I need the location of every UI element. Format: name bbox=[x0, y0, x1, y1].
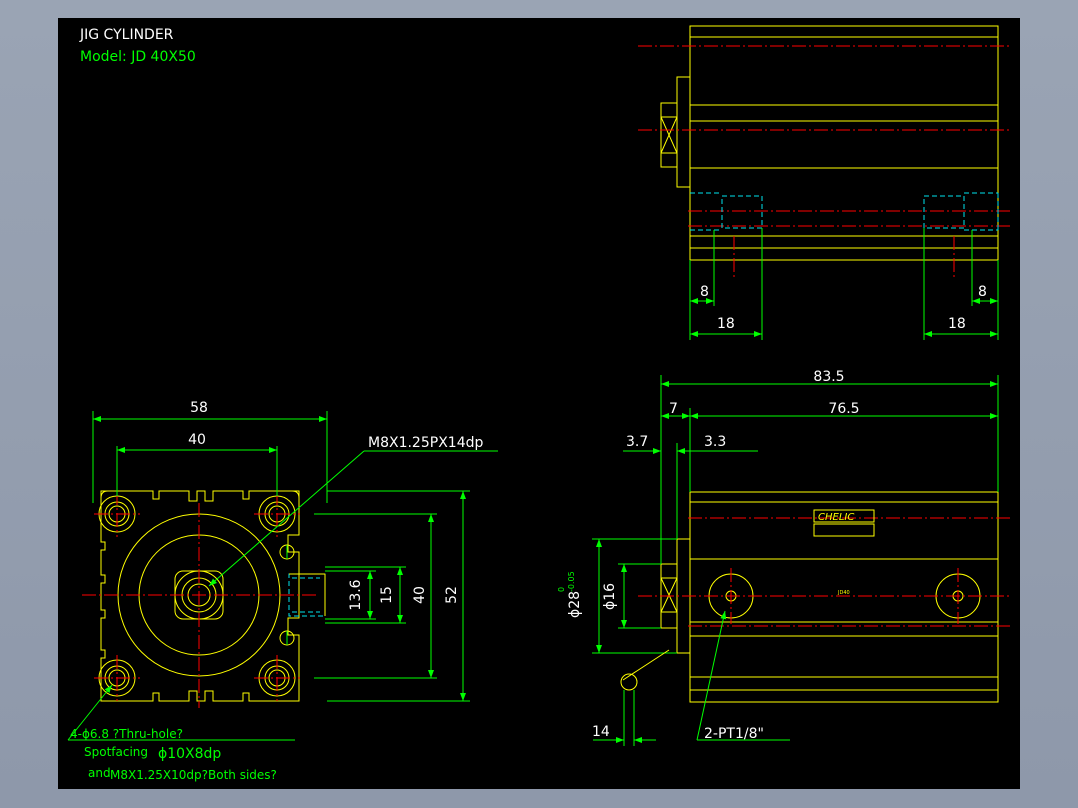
dim-top-left-8: 8 bbox=[700, 284, 709, 300]
drawing-title: JIG CYLINDER bbox=[79, 27, 174, 43]
dim-side-3-3: 3.3 bbox=[704, 434, 726, 450]
front-view: 58 40 13.6 15 40 52 M8X1.25PX14dp 4-ϕ6.8… bbox=[67, 400, 498, 782]
dim-top-right-18: 18 bbox=[948, 316, 966, 332]
dim-side-7: 7 bbox=[669, 401, 678, 417]
dim-front-13-6: 13.6 bbox=[348, 579, 364, 610]
drawing-viewport[interactable]: JIG CYLINDER Model: JD 40X50 8 8 18 18 5… bbox=[58, 18, 1020, 789]
dim-side-14: 14 bbox=[592, 724, 610, 740]
brand-label: CHELIC bbox=[818, 512, 854, 523]
hole-note-spotfacing: Spotfacing bbox=[84, 745, 148, 759]
dim-side-dia28-lower: -0.05 bbox=[567, 571, 576, 592]
port-callout: 2-PT1/8" bbox=[704, 726, 764, 742]
hole-note-spotfacing-value: ϕ10X8dp bbox=[158, 746, 221, 762]
model-code: JD40 bbox=[837, 590, 850, 596]
dim-side-dia28-upper: 0 bbox=[557, 587, 566, 592]
dim-side-3-7: 3.7 bbox=[626, 434, 648, 450]
dim-side-dia28: ϕ28 bbox=[567, 591, 583, 618]
thread-callout: M8X1.25PX14dp bbox=[368, 435, 483, 451]
dim-top-right-8: 8 bbox=[978, 284, 987, 300]
dim-side-76-5: 76.5 bbox=[828, 401, 859, 417]
top-end-cap bbox=[676, 76, 691, 188]
model-label: Model: JD 40X50 bbox=[80, 49, 196, 65]
dim-front-58: 58 bbox=[190, 400, 208, 416]
dim-front-40v: 40 bbox=[412, 586, 428, 604]
top-body-outline bbox=[689, 25, 999, 261]
dim-front-52: 52 bbox=[444, 586, 460, 604]
dim-top-left-18: 18 bbox=[717, 316, 735, 332]
hole-note-thread: M8X1.25X10dp?Both sides? bbox=[110, 768, 277, 782]
front-body-outline bbox=[100, 490, 300, 702]
top-view: 8 8 18 18 bbox=[638, 25, 1010, 340]
dim-front-40: 40 bbox=[188, 432, 206, 448]
cad-drawing: JIG CYLINDER Model: JD 40X50 8 8 18 18 5… bbox=[67, 25, 1010, 782]
mounting-holes bbox=[98, 495, 296, 697]
hole-note-line1: 4-ϕ6.8 ?Thru-hole? bbox=[70, 727, 183, 741]
dim-front-15: 15 bbox=[379, 586, 395, 604]
hole-note-and: and bbox=[88, 766, 111, 780]
dim-side-dia16: ϕ16 bbox=[602, 583, 618, 610]
dim-side-83-5: 83.5 bbox=[813, 369, 844, 385]
side-view: CHELIC JD40 83.5 7 76.5 3.7 3.3 ϕ28 0 -0… bbox=[557, 369, 1010, 746]
